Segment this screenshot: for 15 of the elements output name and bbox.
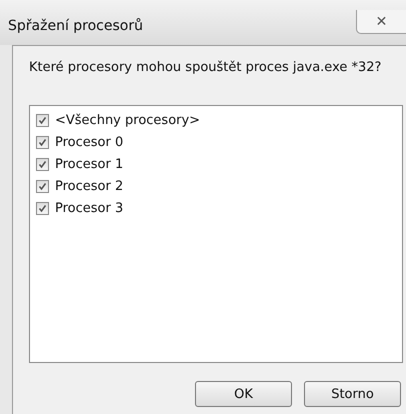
window-title: Spřažení procesorů bbox=[8, 18, 143, 34]
checkbox[interactable] bbox=[36, 180, 49, 192]
checkbox[interactable] bbox=[36, 136, 49, 148]
checkbox[interactable] bbox=[36, 158, 49, 170]
processor-label: <Všechny procesory> bbox=[55, 112, 200, 128]
checkbox[interactable] bbox=[36, 114, 49, 126]
close-button[interactable]: ✕ bbox=[356, 10, 406, 34]
cancel-button[interactable]: Storno bbox=[304, 381, 401, 407]
checkbox[interactable] bbox=[36, 202, 49, 214]
processor-label: Procesor 2 bbox=[55, 178, 124, 194]
question-text: Které procesory mohou spouštět proces java.exe *32? bbox=[29, 60, 382, 75]
ok-button[interactable]: OK bbox=[195, 381, 292, 407]
processor-label: Procesor 1 bbox=[55, 156, 124, 172]
processor-label: Procesor 0 bbox=[55, 134, 124, 150]
processor-label: Procesor 3 bbox=[55, 200, 124, 216]
